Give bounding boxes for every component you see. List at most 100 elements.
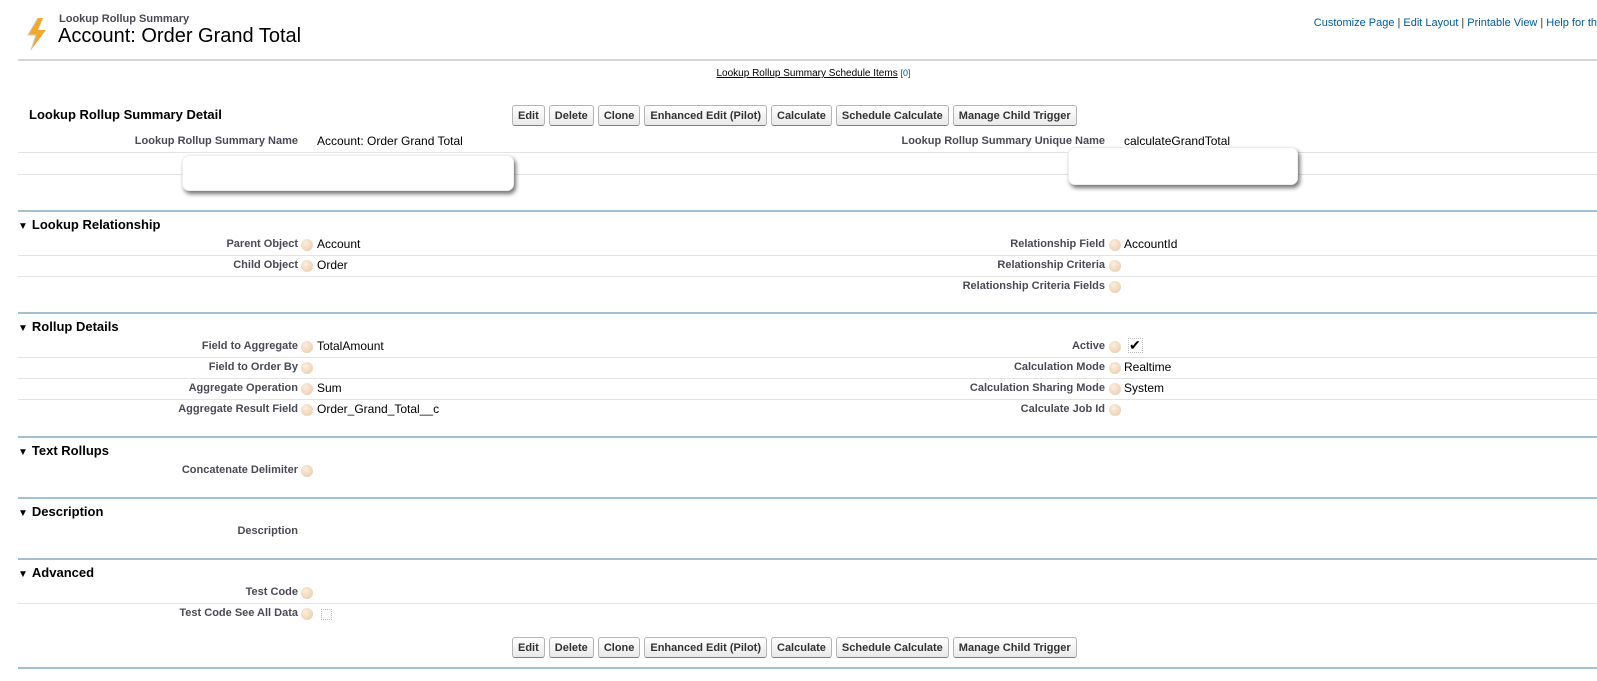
bottom-divider (18, 667, 1597, 669)
detail-title: Lookup Rollup Summary Detail (29, 107, 222, 122)
field-value: AccountId (1124, 237, 1178, 251)
collapse-triangle-icon[interactable]: ▼ (18, 447, 28, 458)
field-label: Relationship Criteria (997, 259, 1105, 271)
page-title: Account: Order Grand Total (58, 25, 302, 47)
collapse-triangle-icon[interactable]: ▼ (18, 221, 28, 232)
schedule-items-count[interactable]: [0] (900, 68, 910, 78)
field-value: TotalAmount (317, 339, 384, 353)
bottom-button-row: Edit Delete Clone Enhanced Edit (Pilot) Calc… (512, 637, 1077, 658)
detail-row: Lookup Rollup Summary Name Account: Orde… (18, 131, 1597, 153)
schedule-calculate-button[interactable]: Schedule Calculate (835, 105, 949, 126)
separator: | (1461, 17, 1465, 29)
help-icon[interactable] (1109, 341, 1121, 353)
help-icon[interactable] (1109, 383, 1121, 395)
collapse-triangle-icon[interactable]: ▼ (18, 569, 28, 580)
enhanced-edit-pilot-button[interactable]: Enhanced Edit (Pilot) (644, 105, 767, 126)
help-icon[interactable] (1109, 281, 1121, 293)
field-label: Child Object (233, 259, 298, 271)
field-label: Description (237, 525, 298, 537)
field-label: Calculation Sharing Mode (969, 382, 1105, 394)
help-icon[interactable] (301, 465, 313, 477)
field-label: Field to Aggregate (201, 340, 298, 352)
section-header-lookup-relationship[interactable]: ▼ Lookup Relationship (18, 217, 160, 232)
manage-child-trigger-button[interactable]: Manage Child Trigger (952, 105, 1077, 126)
help-icon[interactable] (301, 383, 313, 395)
edit-button[interactable]: Edit (512, 105, 545, 126)
field-label: Relationship Criteria Fields (962, 280, 1105, 292)
field-value: Sum (317, 381, 342, 395)
section-title: Rollup Details (31, 319, 119, 334)
field-label: Field to Order By (208, 361, 298, 373)
collapse-triangle-icon[interactable]: ▼ (18, 323, 28, 334)
help-icon[interactable] (301, 608, 313, 620)
lightning-logo-icon (27, 18, 46, 50)
enhanced-edit-pilot-button[interactable]: Enhanced Edit (Pilot) (644, 637, 767, 658)
field-label: Lookup Rollup Summary Unique Name (901, 135, 1105, 147)
help-icon[interactable] (301, 260, 313, 272)
field-row: Child Object Order Relationship Criteria (18, 255, 1597, 277)
schedule-calculate-button[interactable]: Schedule Calculate (835, 637, 949, 658)
schedule-items-link[interactable]: Lookup Rollup Summary Schedule Items (717, 68, 898, 79)
section-divider (18, 558, 1597, 560)
field-label: Aggregate Operation (188, 382, 298, 394)
field-label: Test Code (245, 586, 298, 598)
calculate-button[interactable]: Calculate (771, 637, 832, 658)
field-value: System (1124, 381, 1165, 395)
field-label: Active (1071, 340, 1105, 352)
separator: | (1540, 17, 1544, 29)
help-icon[interactable] (1109, 260, 1121, 272)
field-row: Aggregate Operation Sum Calculation Sharin… (18, 378, 1597, 400)
field-value: Order_Grand_Total__c (317, 402, 440, 416)
help-icon[interactable] (301, 587, 313, 599)
section-header-description[interactable]: ▼ Description (18, 504, 103, 519)
manage-child-trigger-button[interactable]: Manage Child Trigger (952, 637, 1077, 658)
printable-view-link[interactable]: Printable View (1467, 17, 1537, 29)
collapse-triangle-icon[interactable]: ▼ (18, 508, 28, 519)
field-label: Calculation Mode (1013, 361, 1105, 373)
related-list-links: Lookup Rollup Summary Schedule Items [0] (0, 68, 1597, 79)
edit-button[interactable]: Edit (512, 637, 545, 658)
field-label: Lookup Rollup Summary Name (134, 135, 298, 147)
checkbox-unchecked (321, 609, 332, 620)
section-title: Advanced (31, 565, 95, 580)
field-value: Account (317, 237, 361, 251)
page-subtitle: Lookup Rollup Summary (59, 13, 190, 25)
field-row: Test Code (18, 582, 1597, 604)
top-button-row: Edit Delete Clone Enhanced Edit (Pilot) Calc… (512, 105, 1077, 126)
field-row: Description (18, 521, 1597, 542)
field-label: Aggregate Result Field (178, 403, 298, 415)
help-icon[interactable] (301, 341, 313, 353)
help-icon[interactable] (301, 404, 313, 416)
field-label: Relationship Field (1010, 238, 1105, 250)
help-icon[interactable] (1109, 362, 1121, 374)
section-header-text-rollups[interactable]: ▼ Text Rollups (18, 443, 109, 458)
section-divider (18, 436, 1597, 438)
help-icon[interactable] (1109, 239, 1121, 251)
help-link[interactable]: Help for th (1546, 17, 1597, 29)
section-divider (18, 312, 1597, 314)
section-divider (18, 210, 1597, 212)
delete-button[interactable]: Delete (548, 637, 594, 658)
help-icon[interactable] (301, 362, 313, 374)
help-icon[interactable] (1109, 404, 1121, 416)
section-title: Lookup Relationship (31, 217, 161, 232)
help-icon[interactable] (301, 239, 313, 251)
field-label: Calculate Job Id (1020, 403, 1105, 415)
section-header-advanced[interactable]: ▼ Advanced (18, 565, 94, 580)
page-header: Lookup Rollup Summary Account: Order Gra… (18, 0, 1597, 61)
field-label: Test Code See All Data (179, 607, 298, 619)
redaction-box (182, 155, 514, 191)
field-label: Concatenate Delimiter (181, 464, 298, 476)
field-row: Relationship Criteria Fields (18, 276, 1597, 297)
field-row: Concatenate Delimiter (18, 460, 1597, 481)
clone-button[interactable]: Clone (597, 637, 641, 658)
customize-page-link[interactable]: Customize Page (1314, 17, 1395, 29)
edit-layout-link[interactable]: Edit Layout (1403, 17, 1458, 29)
section-header-rollup-details[interactable]: ▼ Rollup Details (18, 319, 119, 334)
calculate-button[interactable]: Calculate (771, 105, 832, 126)
field-row: Field to Order By Calculation Mode Realtim… (18, 357, 1597, 379)
clone-button[interactable]: Clone (597, 105, 641, 126)
field-value: Order (317, 258, 348, 272)
delete-button[interactable]: Delete (548, 105, 594, 126)
field-value: Realtime (1124, 360, 1172, 374)
